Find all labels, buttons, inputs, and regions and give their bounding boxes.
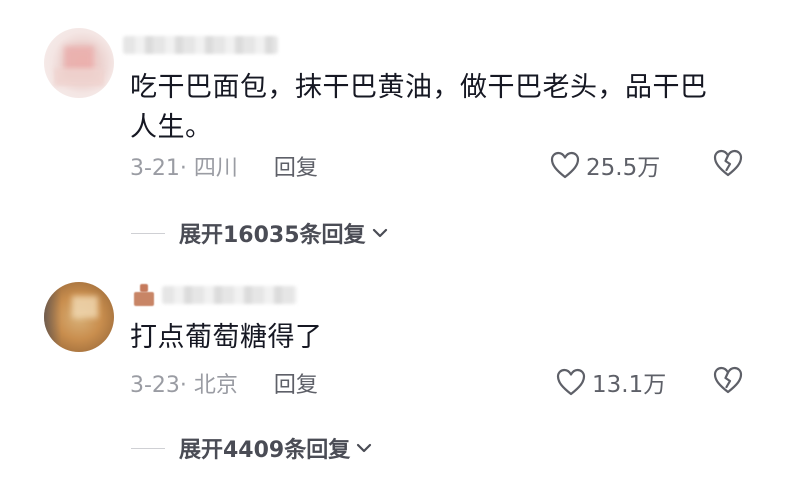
divider-line (131, 232, 165, 234)
avatar[interactable] (44, 28, 114, 98)
reply-button[interactable]: 回复 (274, 367, 318, 399)
like-count: 25.5万 (586, 155, 661, 181)
reply-button[interactable]: 回复 (274, 150, 318, 182)
expand-replies-label: 展开16035条回复 (179, 223, 366, 248)
divider-line (131, 447, 165, 449)
chevron-down-icon (357, 443, 372, 453)
date-location: 3-21· 四川 (130, 156, 238, 181)
comment-text: 吃干巴面包，抹干巴黄油，做干巴老头，品干巴人生。 (130, 72, 708, 143)
username-blurred[interactable] (162, 286, 297, 304)
date-location: 3-23· 北京 (130, 373, 238, 398)
heart-outline-icon (550, 151, 580, 179)
comment-meta: 3-21· 四川 回复 (130, 150, 318, 182)
like-button[interactable]: 25.5万 (550, 148, 660, 182)
comments-panel: 吃干巴面包，抹干巴黄油，做干巴老头，品干巴人生。 3-21· 四川 回复 25.… (0, 0, 801, 481)
expand-replies-label: 展开4409条回复 (179, 438, 351, 463)
like-button[interactable]: 13.1万 (556, 365, 666, 399)
dislike-button[interactable] (712, 148, 744, 182)
expand-replies-button[interactable]: 展开16035条回复 (131, 217, 390, 249)
comment-text: 打点葡萄糖得了 (130, 322, 323, 353)
comment-meta: 3-23· 北京 回复 (130, 367, 318, 399)
dislike-button[interactable] (712, 365, 744, 399)
expand-replies-button[interactable]: 展开4409条回复 (131, 432, 374, 464)
username-blurred[interactable] (123, 36, 278, 54)
chevron-down-icon (372, 228, 387, 238)
heart-outline-icon (556, 368, 586, 396)
broken-heart-icon (713, 149, 743, 177)
like-count: 13.1万 (592, 372, 667, 398)
user-badge-icon (132, 284, 156, 308)
avatar[interactable] (44, 282, 114, 352)
broken-heart-icon (713, 366, 743, 394)
